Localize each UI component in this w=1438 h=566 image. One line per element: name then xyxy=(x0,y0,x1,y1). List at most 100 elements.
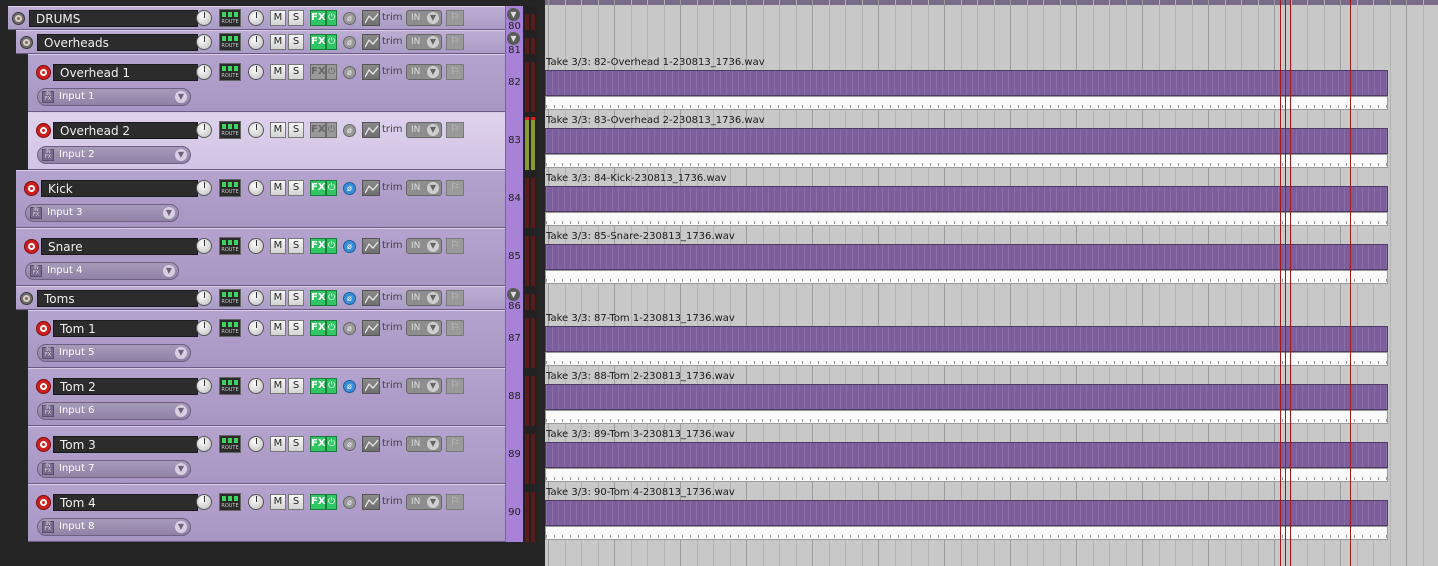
track-number[interactable]: 89 xyxy=(505,426,523,484)
input-monitor-button[interactable]: IN ▼ xyxy=(406,238,442,254)
fx-bypass-icon[interactable]: ⏻ xyxy=(326,238,337,254)
route-button[interactable]: ROUTE xyxy=(219,9,241,27)
track-name[interactable]: Tom 4 xyxy=(53,494,198,511)
track-number[interactable]: 87 xyxy=(505,310,523,368)
mute-button[interactable]: M xyxy=(270,180,286,196)
track-tom3[interactable]: Tom 3 ROUTE M S FX ⏻ ø trim IN ▼ ⚐ IN FX Input 7 ▼ xyxy=(28,426,505,484)
track-overhead2[interactable]: Overhead 2 ROUTE M S FX ⏻ ø trim IN ▼ ⚐ IN FX Input … xyxy=(28,112,505,170)
mute-button[interactable]: M xyxy=(270,290,286,306)
solo-button[interactable]: S xyxy=(288,180,304,196)
input-selector[interactable]: IN FX Input 7 ▼ xyxy=(37,460,191,478)
media-item[interactable]: Take 3/3: 90-Tom 4-230813_1736.wav xyxy=(545,486,1388,542)
media-item[interactable]: Take 3/3: 89-Tom 3-230813_1736.wav xyxy=(545,428,1388,484)
fx-bypass-icon[interactable]: ⏻ xyxy=(326,64,337,80)
phase-invert-icon[interactable]: ø xyxy=(343,124,356,137)
track-snare[interactable]: Snare ROUTE M S FX ⏻ ø trim IN ▼ ⚐ IN FX Input 4 ▼ xyxy=(16,228,505,286)
phase-invert-icon[interactable]: ø xyxy=(343,322,356,335)
chevron-down-icon[interactable]: ▼ xyxy=(175,347,187,359)
pan-knob-icon[interactable] xyxy=(248,10,264,26)
flag-icon[interactable]: ⚐ xyxy=(446,290,464,306)
phase-invert-icon[interactable]: ø xyxy=(343,36,356,49)
input-selector[interactable]: IN FX Input 2 ▼ xyxy=(37,146,191,164)
arrange-view[interactable]: Take 3/3: 82-Overhead 1-230813_1736.wav T… xyxy=(545,0,1438,566)
mute-button[interactable]: M xyxy=(270,378,286,394)
chevron-down-icon[interactable]: ▼ xyxy=(427,12,439,24)
chevron-down-icon[interactable]: ▼ xyxy=(427,182,439,194)
fx-bypass-icon[interactable]: ⏻ xyxy=(326,290,337,306)
chevron-down-icon[interactable]: ▼ xyxy=(175,149,187,161)
media-item[interactable]: Take 3/3: 84-Kick-230813_1736.wav xyxy=(545,172,1388,228)
pan-knob-icon[interactable] xyxy=(248,320,264,336)
route-button[interactable]: ROUTE xyxy=(219,289,241,307)
envelope-icon[interactable] xyxy=(362,34,380,50)
fx-button[interactable]: FX xyxy=(310,238,326,254)
pan-knob-icon[interactable] xyxy=(248,180,264,196)
mute-button[interactable]: M xyxy=(270,436,286,452)
flag-icon[interactable]: ⚐ xyxy=(446,10,464,26)
solo-button[interactable]: S xyxy=(288,64,304,80)
fx-button[interactable]: FX xyxy=(310,10,326,26)
track-tom1[interactable]: Tom 1 ROUTE M S FX ⏻ ø trim IN ▼ ⚐ IN FX Input 5 ▼ xyxy=(28,310,505,368)
track-toms[interactable]: Toms ROUTE M S FX ⏻ ø trim IN ▼ ⚐ xyxy=(16,286,505,310)
phase-invert-icon[interactable]: ø xyxy=(343,292,356,305)
track-number[interactable]: 82 xyxy=(505,54,523,112)
track-name[interactable]: Tom 2 xyxy=(53,378,198,395)
chevron-down-icon[interactable]: ▼ xyxy=(175,91,187,103)
record-arm-icon[interactable] xyxy=(36,321,51,336)
track-tom2[interactable]: Tom 2 ROUTE M S FX ⏻ ø trim IN ▼ ⚐ IN FX Input 6 ▼ xyxy=(28,368,505,426)
fx-bypass-icon[interactable]: ⏻ xyxy=(326,122,337,138)
track-name[interactable]: Overhead 2 xyxy=(53,122,198,139)
mute-button[interactable]: M xyxy=(270,494,286,510)
chevron-down-icon[interactable]: ▼ xyxy=(427,124,439,136)
route-button[interactable]: ROUTE xyxy=(219,319,241,337)
track-number[interactable]: 83 xyxy=(505,112,523,170)
envelope-icon[interactable] xyxy=(362,180,380,196)
record-arm-icon[interactable] xyxy=(24,239,39,254)
input-monitor-button[interactable]: IN ▼ xyxy=(406,180,442,196)
volume-knob-icon[interactable] xyxy=(196,180,212,196)
route-button[interactable]: ROUTE xyxy=(219,33,241,51)
media-item[interactable]: Take 3/3: 85-Snare-230813_1736.wav xyxy=(545,230,1388,286)
folder-icon[interactable] xyxy=(12,12,25,25)
envelope-icon[interactable] xyxy=(362,378,380,394)
envelope-icon[interactable] xyxy=(362,290,380,306)
volume-knob-icon[interactable] xyxy=(196,494,212,510)
input-monitor-button[interactable]: IN ▼ xyxy=(406,436,442,452)
flag-icon[interactable]: ⚐ xyxy=(446,64,464,80)
media-item[interactable]: Take 3/3: 87-Tom 1-230813_1736.wav xyxy=(545,312,1388,368)
pan-knob-icon[interactable] xyxy=(248,64,264,80)
volume-knob-icon[interactable] xyxy=(196,320,212,336)
envelope-icon[interactable] xyxy=(362,320,380,336)
input-monitor-button[interactable]: IN ▼ xyxy=(406,64,442,80)
record-arm-icon[interactable] xyxy=(36,123,51,138)
record-arm-icon[interactable] xyxy=(36,65,51,80)
pan-knob-icon[interactable] xyxy=(248,378,264,394)
folder-icon[interactable] xyxy=(20,36,33,49)
flag-icon[interactable]: ⚐ xyxy=(446,238,464,254)
pan-knob-icon[interactable] xyxy=(248,290,264,306)
route-button[interactable]: ROUTE xyxy=(219,493,241,511)
fx-bypass-icon[interactable]: ⏻ xyxy=(326,10,337,26)
track-name[interactable]: Snare xyxy=(41,238,198,255)
input-selector[interactable]: IN FX Input 8 ▼ xyxy=(37,518,191,536)
track-number[interactable]: 85 xyxy=(505,228,523,286)
pan-knob-icon[interactable] xyxy=(248,122,264,138)
volume-knob-icon[interactable] xyxy=(196,436,212,452)
track-number[interactable]: 88 xyxy=(505,368,523,426)
route-button[interactable]: ROUTE xyxy=(219,121,241,139)
flag-icon[interactable]: ⚐ xyxy=(446,180,464,196)
input-monitor-button[interactable]: IN ▼ xyxy=(406,320,442,336)
chevron-down-icon[interactable]: ▼ xyxy=(427,322,439,334)
solo-button[interactable]: S xyxy=(288,494,304,510)
chevron-down-icon[interactable]: ▼ xyxy=(175,405,187,417)
chevron-down-icon[interactable]: ▼ xyxy=(427,292,439,304)
fx-button[interactable]: FX xyxy=(310,436,326,452)
phase-invert-icon[interactable]: ø xyxy=(343,66,356,79)
media-item[interactable]: Take 3/3: 88-Tom 2-230813_1736.wav xyxy=(545,370,1388,426)
mute-button[interactable]: M xyxy=(270,64,286,80)
flag-icon[interactable]: ⚐ xyxy=(446,320,464,336)
media-item[interactable]: Take 3/3: 82-Overhead 1-230813_1736.wav xyxy=(545,56,1388,112)
solo-button[interactable]: S xyxy=(288,122,304,138)
phase-invert-icon[interactable]: ø xyxy=(343,182,356,195)
input-selector[interactable]: IN FX Input 1 ▼ xyxy=(37,88,191,106)
